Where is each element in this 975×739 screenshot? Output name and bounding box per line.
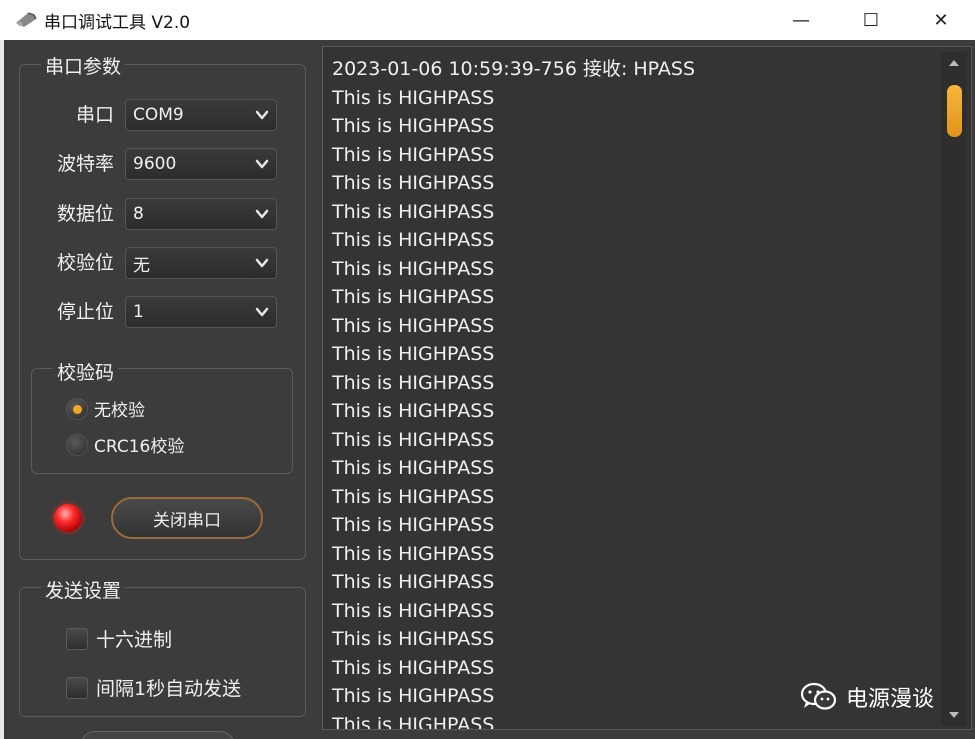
receive-line: This is HIGHPASS [332, 229, 495, 251]
baud-rate-value: 9600 [133, 154, 177, 174]
radio-label: 无校验 [94, 401, 145, 421]
checkbox[interactable] [66, 627, 88, 650]
wechat-icon [800, 682, 837, 710]
receive-line: This is HIGHPASS [332, 286, 495, 308]
watermark: 电源漫谈 [800, 681, 934, 713]
receive-line: This is HIGHPASS [332, 457, 495, 479]
hex-mode-option[interactable]: 十六进制 [66, 625, 172, 652]
receive-line: This is HIGHPASS [332, 172, 495, 194]
close-window-button[interactable]: ✕ [906, 0, 975, 40]
checksum-title: 校验码 [53, 358, 119, 385]
chevron-down-icon [255, 209, 269, 219]
stop-bits-select[interactable]: 1 [125, 296, 277, 328]
send-button[interactable] [80, 731, 235, 739]
receive-line: This is HIGHPASS [332, 257, 495, 280]
checkbox-label: 间隔1秒自动发送 [96, 678, 242, 700]
window-title: 串口调试工具 V2.0 [44, 13, 191, 33]
maximize-button[interactable]: ☐ [836, 0, 906, 40]
app-logo-icon [16, 12, 37, 27]
serial-params-title: 串口参数 [41, 52, 126, 79]
parity-select[interactable]: 无 [125, 247, 277, 279]
maximize-icon: ☐ [862, 9, 880, 31]
checkbox[interactable] [66, 676, 88, 699]
receive-line: This is HIGHPASS [332, 115, 495, 137]
receive-line: 2023-01-06 10:59:39-756 接收: HPASS [332, 58, 696, 80]
scroll-thumb[interactable] [947, 85, 962, 137]
receive-line: This is HIGHPASS [332, 656, 495, 679]
close-port-button[interactable]: 关闭串口 [111, 497, 263, 539]
radio-button[interactable] [66, 397, 88, 420]
receive-line: This is HIGHPASS [332, 628, 495, 650]
app-window: 串口调试工具 V2.0 — ☐ ✕ 串口参数 串口 COM9 波特率 9600 … [0, 0, 975, 739]
receive-line: This is HIGHPASS [332, 200, 495, 223]
parity-label: 校验位 [56, 252, 114, 274]
receive-line: This is HIGHPASS [332, 314, 495, 337]
data-bits-value: 8 [133, 204, 144, 224]
data-bits-select[interactable]: 8 [125, 198, 277, 230]
chevron-down-icon [255, 159, 269, 169]
receive-line: This is HIGHPASS [332, 514, 495, 536]
radio-crc16-checksum[interactable]: CRC16校验 [66, 432, 184, 457]
baud-rate-select[interactable]: 9600 [125, 148, 277, 180]
chevron-down-icon [255, 258, 269, 268]
baud-rate-label: 波特率 [56, 153, 114, 175]
minimize-icon: — [792, 9, 810, 31]
auto-send-option[interactable]: 间隔1秒自动发送 [66, 674, 241, 701]
receive-line: This is HIGHPASS [332, 86, 495, 109]
port-select[interactable]: COM9 [125, 99, 277, 131]
close-icon: ✕ [933, 9, 949, 31]
scroll-up-icon[interactable] [946, 56, 962, 70]
title-bar: 串口调试工具 V2.0 — ☐ ✕ [0, 0, 975, 40]
receive-line: This is HIGHPASS [332, 599, 495, 622]
send-settings-title: 发送设置 [41, 576, 126, 603]
chevron-down-icon [255, 307, 269, 317]
receive-line: This is HIGHPASS [332, 400, 495, 422]
receive-line: This is HIGHPASS [332, 143, 495, 166]
minimize-button[interactable]: — [766, 0, 836, 40]
stop-bits-label: 停止位 [56, 301, 114, 323]
vertical-scrollbar[interactable] [941, 52, 967, 726]
receive-line: This is HIGHPASS [332, 542, 495, 565]
receive-log: 2023-01-06 10:59:39-756 接收: HPASS This is… [332, 55, 932, 730]
checkbox-label: 十六进制 [96, 629, 173, 651]
watermark-text: 电源漫谈 [846, 687, 935, 712]
window-edge [0, 40, 4, 739]
radio-label: CRC16校验 [94, 437, 185, 457]
receive-line: This is HIGHPASS [332, 371, 495, 394]
port-label: 串口 [75, 104, 114, 126]
port-value: COM9 [133, 105, 184, 125]
data-bits-label: 数据位 [56, 203, 114, 225]
port-status-led [54, 504, 82, 532]
stop-bits-value: 1 [133, 302, 144, 322]
radio-no-checksum[interactable]: 无校验 [66, 396, 145, 421]
receive-line: This is HIGHPASS [332, 485, 495, 508]
chevron-down-icon [255, 110, 269, 120]
receive-line: This is HIGHPASS [332, 713, 495, 730]
receive-line: This is HIGHPASS [332, 343, 495, 365]
receive-text-area[interactable]: 2023-01-06 10:59:39-756 接收: HPASS This is… [322, 46, 972, 730]
scroll-down-icon[interactable] [946, 708, 962, 722]
receive-line: This is HIGHPASS [332, 571, 495, 593]
receive-line: This is HIGHPASS [332, 428, 495, 451]
radio-button[interactable] [66, 433, 88, 456]
parity-value: 无 [133, 255, 150, 276]
